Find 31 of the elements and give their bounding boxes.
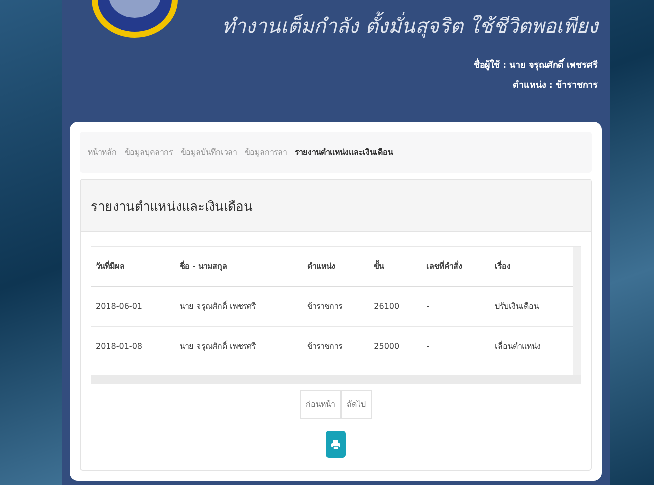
pagination-button[interactable]: ถัดไป xyxy=(341,390,372,419)
user-name-text: ชื่อผู้ใช้ : นาย จรุณศักดิ์ เพชรศรี xyxy=(474,58,598,72)
table-cell: 2018-01-08 xyxy=(91,326,175,375)
panel-title: รายงานตำแหน่งและเงินเดือน xyxy=(81,180,591,232)
table-cell: 2018-06-01 xyxy=(91,286,175,326)
emblem-logo-icon xyxy=(90,0,180,40)
breadcrumb-link[interactable]: ข้อมูลบันทึกเวลา xyxy=(181,146,237,159)
column-header: ชื่อ - นามสกุล xyxy=(174,247,302,286)
breadcrumb-link[interactable]: ข้อมูลการลา xyxy=(245,146,287,159)
user-position-text: ตำแหน่ง : ข้าราชการ xyxy=(513,79,598,92)
printer-icon xyxy=(331,440,341,450)
breadcrumb-link[interactable]: รายงานตำแหน่งและเงินเดือน xyxy=(295,146,393,159)
breadcrumb-link[interactable]: หน้าหลัก xyxy=(88,146,117,159)
column-header: ตำแหน่ง xyxy=(302,247,370,286)
breadcrumb-link[interactable]: ข้อมูลบุคลากร xyxy=(125,146,173,159)
column-header: ขั้น xyxy=(369,247,422,286)
table-cell: ข้าราชการ xyxy=(302,326,370,375)
print-button[interactable] xyxy=(326,431,346,458)
column-header: วันที่มีผล xyxy=(91,247,175,286)
table-cell: 26100 xyxy=(369,286,422,326)
table-cell: นาย จรุณศักดิ์ เพชรศรี xyxy=(174,326,302,375)
vertical-scrollbar[interactable] xyxy=(573,247,581,375)
pagination-button[interactable]: ก่อนหน้า xyxy=(300,390,341,419)
slogan-text: ทำงานเต็มกำลัง ตั้งมั่นสุจริต ใช้ชีวิตพอเพียง xyxy=(222,10,599,42)
table-cell: ข้าราชการ xyxy=(302,286,370,326)
table-cell: เลื่อนตำแหน่ง xyxy=(490,326,573,375)
table-cell: 25000 xyxy=(369,326,422,375)
table-cell: - xyxy=(422,286,490,326)
table-cell: - xyxy=(422,326,490,375)
table-cell: นาย จรุณศักดิ์ เพชรศรี xyxy=(174,286,302,326)
column-header: เลขที่คำสั่ง xyxy=(422,247,490,286)
